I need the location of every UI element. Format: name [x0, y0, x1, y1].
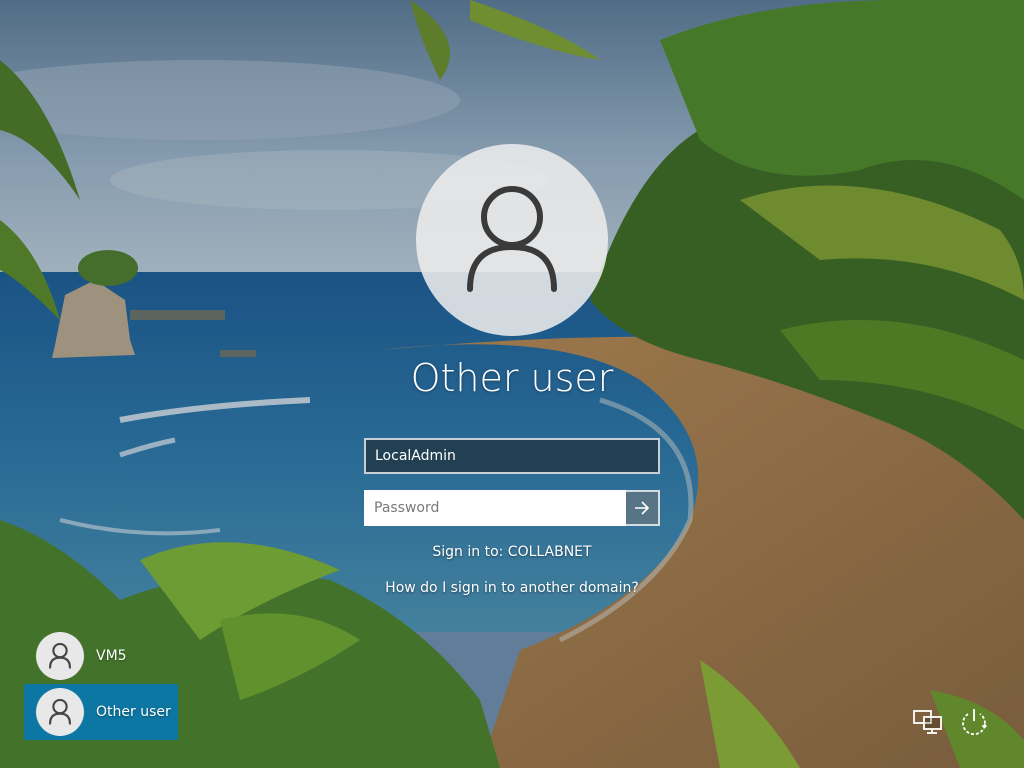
user-silhouette-icon	[49, 643, 71, 669]
username-field[interactable]	[364, 438, 660, 474]
user-tile-other-user[interactable]: Other user	[24, 684, 178, 740]
other-domain-link[interactable]: How do I sign in to another domain?	[312, 580, 712, 596]
lock-screen: Other user Sign in to: COLLABNET How do …	[0, 0, 1024, 768]
password-field[interactable]	[364, 490, 626, 526]
user-avatar	[416, 144, 608, 336]
user-tile-vm5[interactable]: VM5	[24, 628, 178, 684]
user-tile-label: Other user	[96, 704, 171, 720]
power-button[interactable]	[958, 706, 990, 738]
user-silhouette-icon	[467, 186, 557, 292]
arrow-right-icon	[635, 501, 650, 515]
password-row	[364, 490, 660, 526]
page-title: Other user	[410, 356, 614, 400]
user-tile-avatar	[36, 688, 84, 736]
user-tile-label: VM5	[96, 648, 127, 664]
network-icon	[913, 710, 942, 734]
sign-in-domain-text: Sign in to: COLLABNET	[432, 544, 592, 560]
network-button[interactable]	[912, 706, 944, 738]
user-silhouette-icon	[49, 699, 71, 725]
submit-button[interactable]	[626, 490, 660, 526]
power-icon	[962, 709, 987, 736]
user-tile-avatar	[36, 632, 84, 680]
